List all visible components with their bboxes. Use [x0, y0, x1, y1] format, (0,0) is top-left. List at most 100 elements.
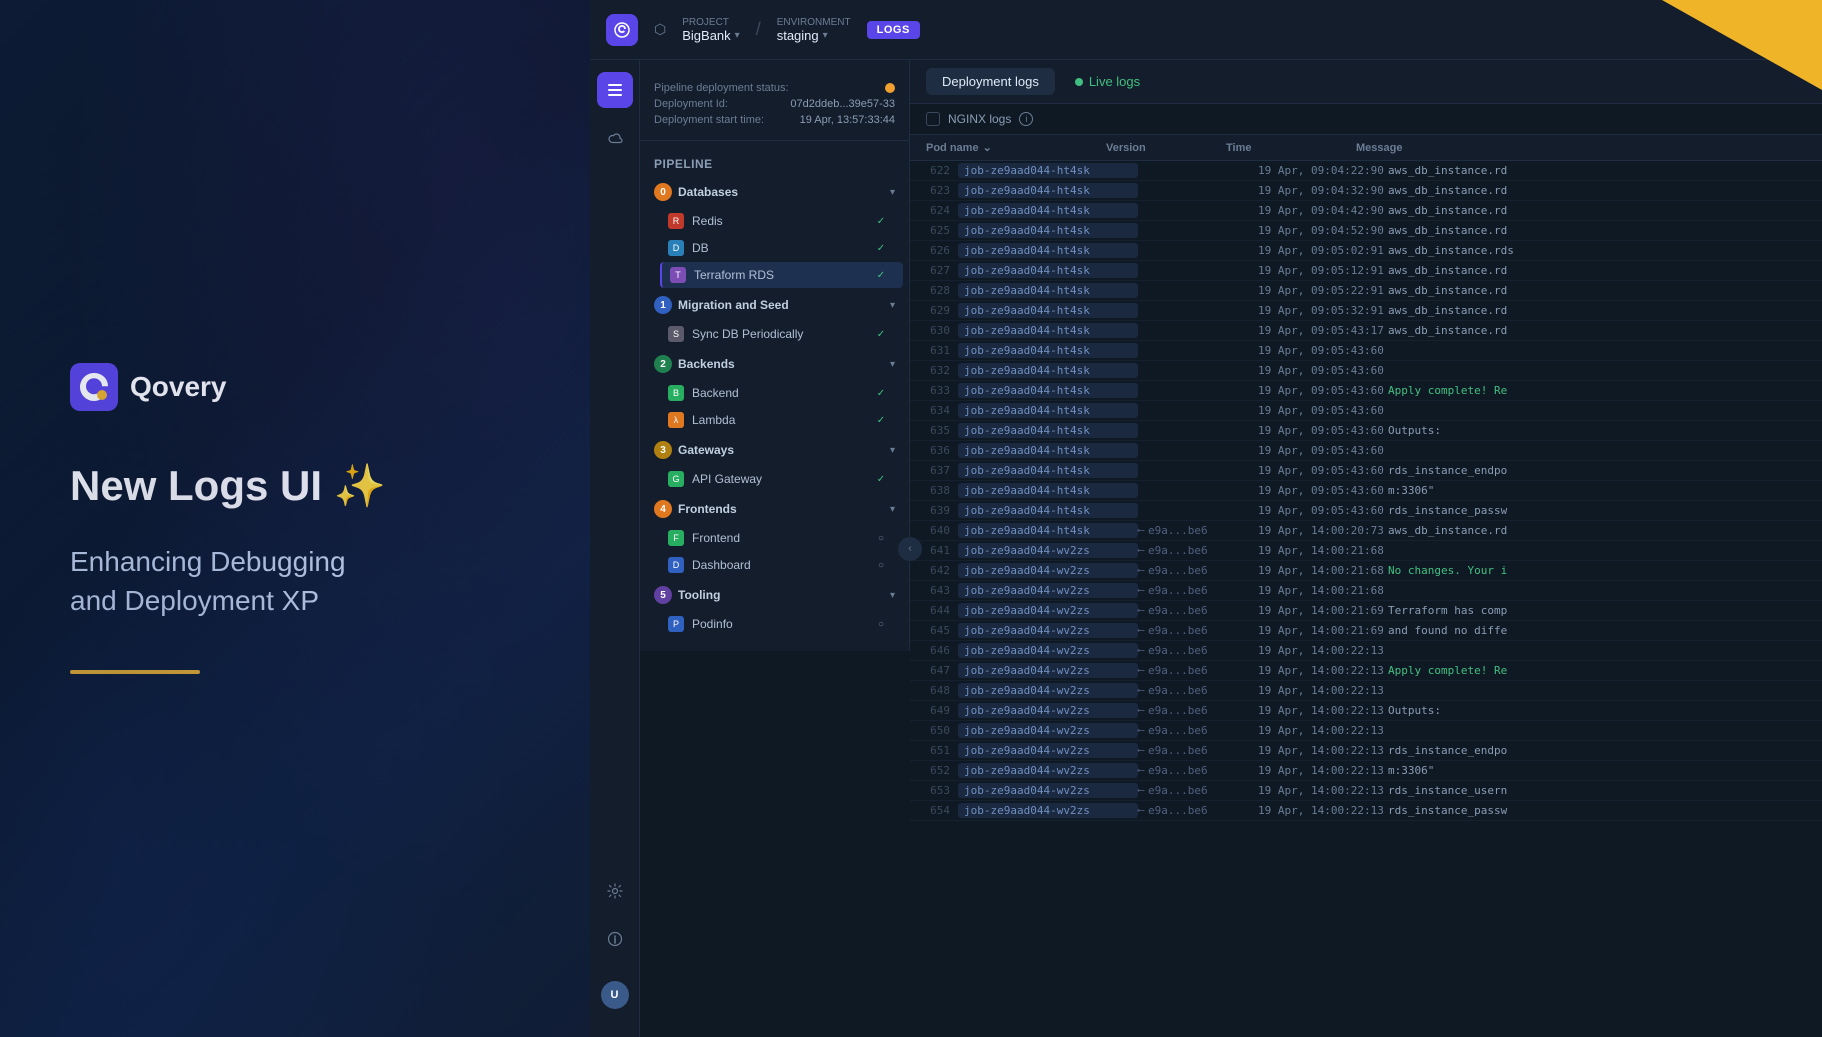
sidebar-cloud-icon[interactable]: [597, 120, 633, 156]
pipeline-item-redis[interactable]: R Redis ✓: [660, 208, 903, 234]
log-pod: job-ze9aad044-ht4sk: [958, 323, 1138, 338]
pipeline-item-terraform-rds[interactable]: T Terraform RDS ✓: [660, 262, 903, 288]
log-row[interactable]: 632 job-ze9aad044-ht4sk 19 Apr, 09:05:43…: [910, 361, 1822, 381]
dashboard-status: ○: [873, 557, 889, 573]
sync-db-label: Sync DB Periodically: [692, 327, 865, 341]
log-row[interactable]: 644 job-ze9aad044-wv2zs ⟵e9a...be6 19 Ap…: [910, 601, 1822, 621]
log-pod: job-ze9aad044-ht4sk: [958, 343, 1138, 358]
log-row[interactable]: 628 job-ze9aad044-ht4sk 19 Apr, 09:05:22…: [910, 281, 1822, 301]
log-number: 643: [918, 584, 958, 597]
lambda-icon: λ: [668, 412, 684, 428]
log-row[interactable]: 623 job-ze9aad044-ht4sk 19 Apr, 09:04:32…: [910, 181, 1822, 201]
log-row[interactable]: 647 job-ze9aad044-wv2zs ⟵e9a...be6 19 Ap…: [910, 661, 1822, 681]
nginx-checkbox[interactable]: [926, 112, 940, 126]
log-row[interactable]: 631 job-ze9aad044-ht4sk 19 Apr, 09:05:43…: [910, 341, 1822, 361]
log-row[interactable]: 650 job-ze9aad044-wv2zs ⟵e9a...be6 19 Ap…: [910, 721, 1822, 741]
log-row[interactable]: 642 job-ze9aad044-wv2zs ⟵e9a...be6 19 Ap…: [910, 561, 1822, 581]
api-gateway-status: ✓: [873, 471, 889, 487]
log-row[interactable]: 648 job-ze9aad044-wv2zs ⟵e9a...be6 19 Ap…: [910, 681, 1822, 701]
log-number: 637: [918, 464, 958, 477]
log-version: ⟵e9a...be6: [1138, 564, 1258, 577]
frontend-icon: F: [668, 530, 684, 546]
log-row[interactable]: 639 job-ze9aad044-ht4sk 19 Apr, 09:05:43…: [910, 501, 1822, 521]
log-time: 19 Apr, 09:04:22:90: [1258, 164, 1388, 177]
log-row[interactable]: 636 job-ze9aad044-ht4sk 19 Apr, 09:05:43…: [910, 441, 1822, 461]
gateways-chevron: ▾: [890, 445, 895, 456]
log-row[interactable]: 630 job-ze9aad044-ht4sk 19 Apr, 09:05:43…: [910, 321, 1822, 341]
log-row[interactable]: 634 job-ze9aad044-ht4sk 19 Apr, 09:05:43…: [910, 401, 1822, 421]
log-row[interactable]: 622 job-ze9aad044-ht4sk 19 Apr, 09:04:22…: [910, 161, 1822, 181]
col-version: Version: [1106, 141, 1226, 154]
pipeline-item-sync-db[interactable]: S Sync DB Periodically ✓: [660, 321, 903, 347]
pipeline-item-api-gateway[interactable]: G API Gateway ✓: [660, 466, 903, 492]
log-time: 19 Apr, 09:05:43:60: [1258, 364, 1388, 377]
log-table-header: Pod name ⌄ Version Time Message: [910, 135, 1822, 161]
nginx-info-icon[interactable]: i: [1019, 112, 1033, 126]
group-name-databases: Databases: [678, 185, 884, 199]
app-icon[interactable]: [606, 14, 638, 46]
log-number: 653: [918, 784, 958, 797]
log-message: rds_instance_endpo: [1388, 464, 1814, 477]
log-time: 19 Apr, 14:00:22:13: [1258, 744, 1388, 757]
log-row[interactable]: 649 job-ze9aad044-wv2zs ⟵e9a...be6 19 Ap…: [910, 701, 1822, 721]
log-row[interactable]: 637 job-ze9aad044-ht4sk 19 Apr, 09:05:43…: [910, 461, 1822, 481]
log-row[interactable]: 633 job-ze9aad044-ht4sk 19 Apr, 09:05:43…: [910, 381, 1822, 401]
project-chevron[interactable]: ▾: [735, 30, 740, 41]
group-header-backends[interactable]: 2 Backends ▾: [640, 349, 909, 379]
group-header-tooling[interactable]: 5 Tooling ▾: [640, 580, 909, 610]
backends-chevron: ▾: [890, 359, 895, 370]
sidebar-pipeline-icon[interactable]: [597, 72, 633, 108]
sync-db-icon: S: [668, 326, 684, 342]
log-pod: job-ze9aad044-wv2zs: [958, 783, 1138, 798]
log-row[interactable]: 640 job-ze9aad044-ht4sk ⟵e9a...be6 19 Ap…: [910, 521, 1822, 541]
tab-deployment-logs[interactable]: Deployment logs: [926, 68, 1055, 95]
backends-items: B Backend ✓ λ Lambda ✓: [640, 380, 909, 433]
log-message: Outputs:: [1388, 424, 1814, 437]
pipeline-item-backend[interactable]: B Backend ✓: [660, 380, 903, 406]
pipeline-container: Pipeline deployment status: Deployment I…: [640, 60, 910, 1037]
log-pod: job-ze9aad044-wv2zs: [958, 743, 1138, 758]
sidebar-settings-icon[interactable]: [597, 873, 633, 909]
log-row[interactable]: 627 job-ze9aad044-ht4sk 19 Apr, 09:05:12…: [910, 261, 1822, 281]
log-row[interactable]: 641 job-ze9aad044-wv2zs ⟵e9a...be6 19 Ap…: [910, 541, 1822, 561]
log-pod: job-ze9aad044-ht4sk: [958, 463, 1138, 478]
log-version: ⟵e9a...be6: [1138, 584, 1258, 597]
env-chevron[interactable]: ▾: [823, 30, 828, 41]
log-row[interactable]: 624 job-ze9aad044-ht4sk 19 Apr, 09:04:42…: [910, 201, 1822, 221]
log-row[interactable]: 651 job-ze9aad044-wv2zs ⟵e9a...be6 19 Ap…: [910, 741, 1822, 761]
group-header-frontends[interactable]: 4 Frontends ▾: [640, 494, 909, 524]
env-label: Environment: [777, 17, 851, 28]
log-row[interactable]: 646 job-ze9aad044-wv2zs ⟵e9a...be6 19 Ap…: [910, 641, 1822, 661]
log-row[interactable]: 652 job-ze9aad044-wv2zs ⟵e9a...be6 19 Ap…: [910, 761, 1822, 781]
pipeline-item-db[interactable]: D DB ✓: [660, 235, 903, 261]
log-row[interactable]: 638 job-ze9aad044-ht4sk 19 Apr, 09:05:43…: [910, 481, 1822, 501]
log-time: 19 Apr, 09:05:43:60: [1258, 424, 1388, 437]
group-header-migration[interactable]: 1 Migration and Seed ▾: [640, 290, 909, 320]
group-name-gateways: Gateways: [678, 443, 884, 457]
group-header-databases[interactable]: 0 Databases ▾: [640, 177, 909, 207]
live-indicator: [1075, 78, 1083, 86]
log-message: m:3306": [1388, 484, 1814, 497]
user-avatar[interactable]: U: [597, 977, 633, 1013]
log-row[interactable]: 629 job-ze9aad044-ht4sk 19 Apr, 09:05:32…: [910, 301, 1822, 321]
pipeline-item-podinfo[interactable]: P Podinfo ○: [660, 611, 903, 637]
tooling-chevron: ▾: [890, 590, 895, 601]
col-pod-name[interactable]: Pod name ⌄: [926, 141, 1106, 154]
log-row[interactable]: 654 job-ze9aad044-wv2zs ⟵e9a...be6 19 Ap…: [910, 801, 1822, 821]
log-row[interactable]: 653 job-ze9aad044-wv2zs ⟵e9a...be6 19 Ap…: [910, 781, 1822, 801]
collapse-panel-button[interactable]: ‹: [898, 537, 922, 561]
log-row[interactable]: 645 job-ze9aad044-wv2zs ⟵e9a...be6 19 Ap…: [910, 621, 1822, 641]
sidebar-info-icon[interactable]: [597, 921, 633, 957]
log-row[interactable]: 635 job-ze9aad044-ht4sk 19 Apr, 09:05:43…: [910, 421, 1822, 441]
log-pod: job-ze9aad044-wv2zs: [958, 683, 1138, 698]
log-row[interactable]: 625 job-ze9aad044-ht4sk 19 Apr, 09:04:52…: [910, 221, 1822, 241]
pipeline-item-frontend[interactable]: F Frontend ○: [660, 525, 903, 551]
pipeline-item-dashboard[interactable]: D Dashboard ○: [660, 552, 903, 578]
log-row[interactable]: 626 job-ze9aad044-ht4sk 19 Apr, 09:05:02…: [910, 241, 1822, 261]
tab-live-logs[interactable]: Live logs: [1059, 68, 1156, 95]
log-row[interactable]: 643 job-ze9aad044-wv2zs ⟵e9a...be6 19 Ap…: [910, 581, 1822, 601]
terraform-rds-label: Terraform RDS: [694, 268, 865, 282]
pipeline-item-lambda[interactable]: λ Lambda ✓: [660, 407, 903, 433]
log-message: Terraform has comp: [1388, 604, 1814, 617]
group-header-gateways[interactable]: 3 Gateways ▾: [640, 435, 909, 465]
